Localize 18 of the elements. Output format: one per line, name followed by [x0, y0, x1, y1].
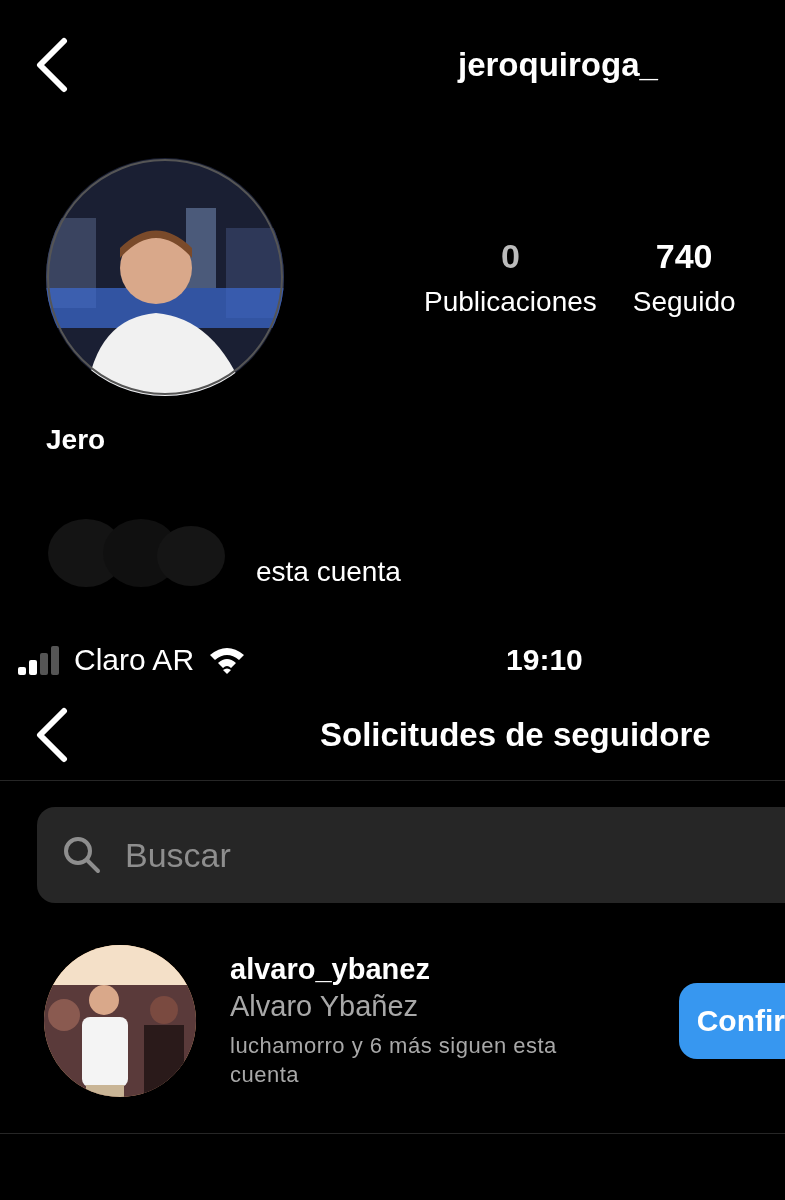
followed-by-text: esta cuenta — [256, 556, 401, 588]
request-full-name: Alvaro Ybañez — [230, 990, 420, 1023]
status-time: 19:10 — [506, 643, 583, 677]
mutual-followers-text: luchamorro y 6 más siguen esta cuenta — [230, 1032, 558, 1089]
stat-label: Seguido — [632, 285, 736, 318]
stat-label: Publicaciones — [424, 285, 597, 318]
request-username[interactable]: alvaro_ybanez — [230, 953, 560, 986]
search-icon — [63, 836, 101, 874]
carrier-name: Claro AR — [74, 643, 195, 677]
profile-name: Jero — [46, 424, 107, 456]
wifi-icon — [208, 645, 247, 675]
profile-username: jeroquiroga_ — [458, 46, 658, 84]
stat-value: 740 — [655, 236, 713, 276]
back-icon[interactable] — [34, 37, 68, 93]
back-icon[interactable] — [34, 707, 68, 763]
stat-value: 0 — [500, 236, 520, 276]
search-field[interactable]: Buscar — [37, 807, 785, 903]
screen-title: Solicitudes de seguidore — [320, 716, 711, 754]
